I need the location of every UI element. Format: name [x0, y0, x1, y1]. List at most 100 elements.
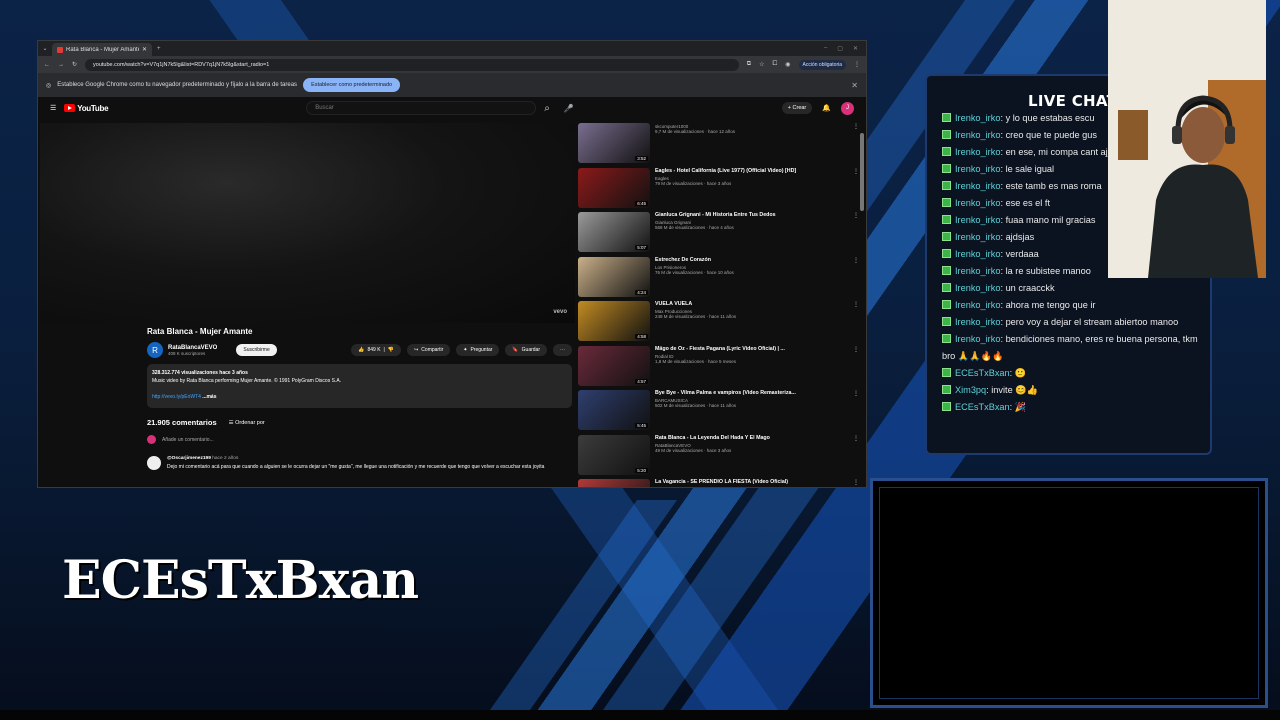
search-icon[interactable]: ⌕ [544, 103, 550, 114]
close-infobar-icon[interactable]: ✕ [851, 81, 858, 90]
search-input[interactable]: Buscar [306, 101, 537, 115]
description-link[interactable]: http://vevo.ly/pEoWT4 [152, 394, 201, 400]
youtube-favicon-icon [57, 46, 63, 53]
video-title[interactable]: Eagles - Hotel California (Live 1977) (O… [655, 168, 847, 175]
video-thumbnail[interactable]: 4:24 [578, 256, 650, 297]
profile-icon[interactable]: ◉ [785, 61, 790, 68]
video-title[interactable]: Bye Bye - Vilma Palma e vampiros (Video … [655, 390, 847, 397]
ask-button[interactable]: ✦ Preguntar [456, 344, 500, 356]
show-more-link[interactable]: ...más [201, 394, 216, 400]
video-info: Mägo de Oz - Fiesta Pagana (Lyric Video … [655, 346, 847, 391]
video-title[interactable]: La Vagancia - SE PRENDIO LA FIESTA (Vide… [655, 479, 847, 486]
streamer-webcam-image [1108, 0, 1266, 278]
video-thumbnail[interactable]: 4:58 [578, 301, 650, 341]
video-thumbnail[interactable]: 5:07 [578, 212, 650, 252]
like-button[interactable]: 👍 849 K | 👎 [351, 344, 402, 356]
video-title[interactable]: Gianluca Grignani - Mi Historia Entre Tu… [655, 212, 847, 219]
install-icon[interactable]: ⧉ [747, 61, 751, 68]
notifications-bell-icon[interactable]: 🔔 [822, 104, 831, 112]
action-required-button[interactable]: Acción obligatoria [798, 59, 846, 70]
set-default-button[interactable]: Establecer como predeterminado [303, 78, 401, 92]
recommended-video[interactable]: 3:52 skcomputer1000 9,7 M de visualizacion… [578, 123, 860, 168]
video-title[interactable]: Mägo de Oz - Fiesta Pagana (Lyric Video … [655, 346, 847, 353]
video-thumbnail[interactable]: 5:45 [578, 390, 650, 430]
close-window-icon[interactable]: ✕ [853, 45, 858, 52]
video-channel: La Vagancia [655, 487, 847, 488]
chat-message: Irenko_irko: ahora me tengo que ir [942, 297, 1204, 314]
browser-tab[interactable]: Rata Blanca - Mujer Amante ✕ [52, 43, 152, 56]
add-comment-input[interactable]: Añade un comentario... [162, 437, 214, 443]
video-thumbnail[interactable] [578, 479, 650, 487]
video-thumbnail[interactable]: 6:45 [578, 167, 650, 208]
video-stats: 248 M de visualizaciones · hace 11 años [655, 314, 736, 319]
bookmark-star-icon[interactable]: ☆ [759, 61, 764, 68]
header-actions: + Crear 🔔 J [781, 101, 854, 115]
create-label: Crear [792, 105, 807, 111]
add-comment-row[interactable]: Añade un comentario... [147, 435, 572, 444]
recommended-video[interactable]: 6:45 Eagles - Hotel California (Live 1977… [578, 167, 860, 213]
chat-text: ese es el ft [1005, 198, 1050, 208]
video-stats: 9,7 M de visualizaciones · hace 12 años [655, 129, 736, 134]
dislike-icon[interactable]: 👎 [388, 347, 394, 353]
video-title[interactable]: Rata Blanca - La Leyenda Del Hada Y El M… [655, 435, 847, 442]
more-options-icon[interactable]: ⋮ [852, 301, 860, 346]
microphone-icon[interactable]: 🎤 [564, 104, 574, 113]
recommended-video[interactable]: La Vagancia - SE PRENDIO LA FIESTA (Vide… [578, 479, 860, 488]
more-options-icon[interactable]: ⋮ [852, 390, 860, 435]
video-thumbnail[interactable]: 4:57 [578, 345, 650, 386]
commenter-name[interactable]: @Oscarjimenez199 [167, 456, 211, 461]
commenter-avatar[interactable] [147, 456, 161, 470]
channel-avatar[interactable]: R [147, 342, 163, 358]
forward-icon[interactable]: → [58, 62, 64, 68]
youtube-logo[interactable]: YouTube [64, 104, 109, 113]
more-options-icon[interactable]: ⋮ [852, 479, 860, 487]
hamburger-menu-icon[interactable]: ☰ [50, 104, 56, 112]
sort-button[interactable]: ☰ Ordenar por [229, 420, 265, 426]
recommended-video[interactable]: 4:57 Mägo de Oz - Fiesta Pagana (Lyric Vi… [578, 345, 860, 391]
more-options-icon[interactable]: ⋮ [852, 257, 860, 302]
video-thumbnail[interactable]: 5:20 [578, 434, 650, 475]
account-avatar[interactable]: J [841, 101, 854, 115]
more-options-icon[interactable]: ⋮ [852, 212, 860, 257]
video-info: La Vagancia - SE PRENDIO LA FIESTA (Vide… [655, 479, 847, 488]
video-player[interactable]: vevo [40, 123, 575, 323]
more-options-icon[interactable]: ⋮ [852, 123, 860, 168]
video-title[interactable]: Estrechez De Corazón [655, 257, 847, 264]
more-options-icon[interactable]: ⋮ [852, 168, 860, 213]
video-description[interactable]: 328.312.774 visualizaciones hace 3 años … [147, 364, 572, 408]
maximize-icon[interactable]: ▢ [837, 45, 843, 52]
more-options-icon[interactable]: ⋮ [852, 435, 860, 480]
subscribe-button[interactable]: Suscribirme [236, 344, 277, 356]
back-icon[interactable]: ← [44, 62, 50, 68]
youtube-play-icon [64, 104, 76, 112]
tab-search-icon[interactable]: ⌄ [38, 45, 52, 52]
more-menu-icon[interactable]: ⋮ [854, 61, 860, 68]
more-options-icon[interactable]: ⋮ [852, 346, 860, 391]
extensions-icon[interactable]: ⧠ [772, 61, 777, 68]
subscriber-badge-icon [942, 368, 951, 377]
video-title[interactable]: VUELA VUELA [655, 301, 847, 308]
new-tab-icon[interactable]: + [157, 46, 161, 52]
recommended-video[interactable]: 5:45 Bye Bye - Vilma Palma e vampiros (Vi… [578, 390, 860, 435]
recommended-video[interactable]: 5:20 Rata Blanca - La Leyenda Del Hada Y … [578, 434, 860, 480]
video-info: Estrechez De Corazón Los Prisioneros 76 M … [655, 257, 847, 302]
video-stats: 79 M de visualizaciones · hace 3 años [655, 180, 732, 186]
channel-name[interactable]: RataBlancaVEVO [168, 345, 217, 351]
recommended-video[interactable]: 4:58 VUELA VUELA Max Producciones 248 M de … [578, 301, 860, 346]
video-thumbnail[interactable]: 3:52 [578, 123, 650, 163]
search-placeholder: Buscar [315, 105, 334, 111]
subscriber-badge-icon [942, 232, 951, 241]
recommended-video[interactable]: 4:24 Estrechez De Corazón Los Prisioneros 7… [578, 256, 860, 302]
create-button[interactable]: + Crear [781, 102, 813, 114]
minimize-icon[interactable]: – [824, 45, 827, 52]
url-field[interactable]: youtube.com/watch?v=V7q1jN7k5lg&list=RDV… [85, 58, 739, 71]
reload-icon[interactable]: ↻ [72, 61, 77, 68]
page-scrollbar[interactable] [860, 133, 864, 211]
save-button[interactable]: 🔖 Guardar [505, 344, 547, 356]
chat-text: verdaaa [1005, 249, 1039, 259]
close-tab-icon[interactable]: ✕ [142, 46, 147, 53]
infobar-text: Establece Google Chrome como tu navegado… [57, 82, 298, 88]
recommended-video[interactable]: 5:07 Gianluca Grignani - Mi Historia Entr… [578, 212, 860, 257]
more-actions-icon[interactable]: ⋯ [553, 344, 572, 356]
share-button[interactable]: ↪ Compartir [407, 344, 451, 356]
